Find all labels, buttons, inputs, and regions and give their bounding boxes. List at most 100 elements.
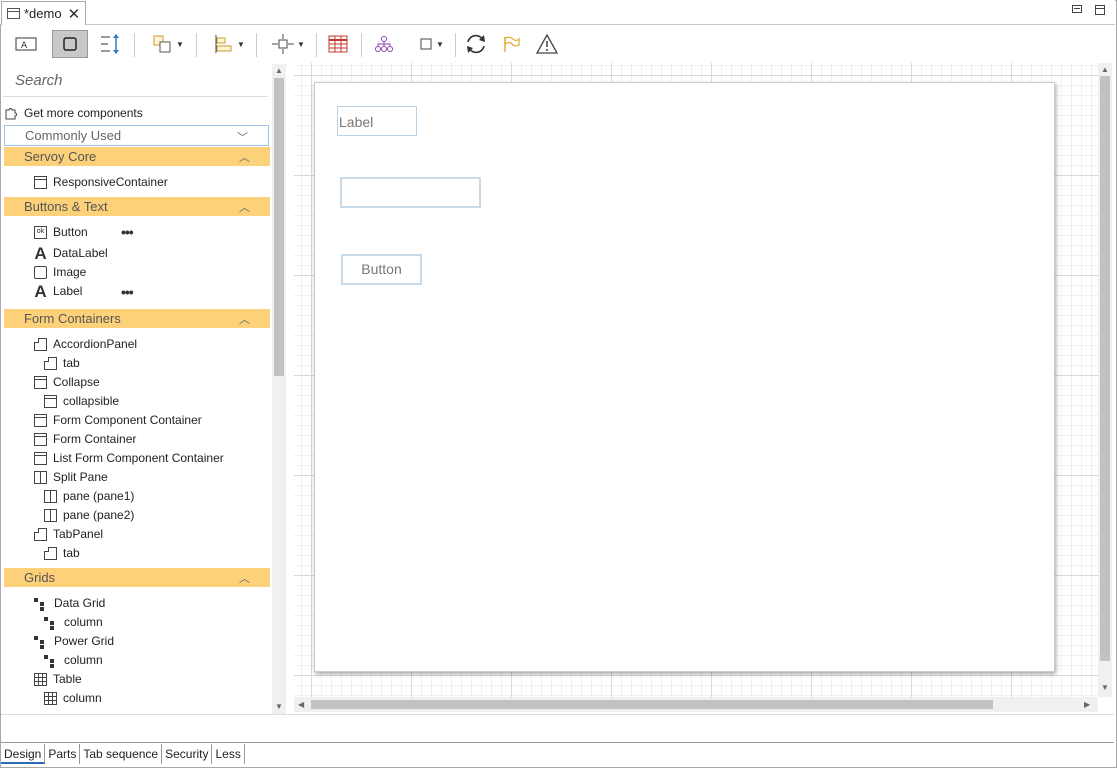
distribute-icon bbox=[272, 34, 295, 54]
tab-tab-sequence[interactable]: Tab sequence bbox=[80, 744, 163, 764]
maximize-icon[interactable] bbox=[1095, 5, 1105, 15]
tab-security[interactable]: Security bbox=[162, 744, 213, 764]
canvas-vertical-scrollbar[interactable]: ▲ ▼ bbox=[1098, 63, 1112, 697]
get-more-components-link[interactable]: Get more components bbox=[4, 106, 143, 120]
group-icon bbox=[153, 35, 171, 53]
category-buttons-text[interactable]: Buttons & Text ︿ bbox=[4, 197, 270, 216]
scroll-left-icon[interactable]: ◀ bbox=[298, 700, 304, 709]
align-button[interactable]: ▼ bbox=[210, 30, 248, 58]
toolbar-separator bbox=[361, 33, 362, 57]
palette-item-list-form-component-container[interactable]: List Form Component Container bbox=[34, 449, 224, 467]
square-icon bbox=[63, 37, 77, 51]
editor-bottom-tabs: Design Parts Tab sequence Security Less bbox=[1, 742, 1114, 767]
palette-item-label[interactable]: A Label bbox=[34, 282, 82, 300]
palette-item-form-container[interactable]: Form Container bbox=[34, 430, 136, 448]
toolbar-separator bbox=[316, 33, 317, 57]
scroll-right-icon[interactable]: ▶ bbox=[1084, 700, 1090, 709]
scrollbar-thumb[interactable] bbox=[1100, 76, 1110, 661]
table-icon bbox=[34, 672, 47, 686]
palette-item-data-grid[interactable]: Data Grid bbox=[34, 594, 105, 612]
palette-item-accordion-panel[interactable]: AccordionPanel bbox=[34, 335, 137, 353]
toolbar: A ▼ ▼ ▼ ▼ bbox=[1, 27, 1114, 63]
form-button[interactable]: Button bbox=[341, 254, 422, 285]
split-pane-icon bbox=[44, 489, 57, 503]
container-icon bbox=[34, 413, 47, 427]
anchor-toggle-button[interactable] bbox=[94, 30, 126, 58]
palette-item-tab-panel[interactable]: TabPanel bbox=[34, 525, 103, 543]
palette-item-pane1[interactable]: pane (pane1) bbox=[44, 487, 134, 505]
button-variants-more-icon[interactable]: ••• bbox=[121, 224, 134, 240]
palette-item-button[interactable]: ok Button bbox=[34, 223, 88, 241]
palette-item-form-component-container[interactable]: Form Component Container bbox=[34, 411, 202, 429]
palette-item-table-column[interactable]: column bbox=[44, 689, 102, 707]
chevron-up-icon: ︿ bbox=[239, 152, 250, 164]
split-pane-icon bbox=[34, 470, 47, 484]
distribute-button[interactable]: ▼ bbox=[268, 30, 308, 58]
form-label[interactable]: Label bbox=[337, 106, 417, 136]
form-text-field[interactable] bbox=[340, 177, 481, 208]
toolbar-separator bbox=[196, 33, 197, 57]
palette-item-responsive-container[interactable]: ResponsiveContainer bbox=[34, 173, 168, 191]
design-canvas[interactable]: Label Button bbox=[294, 63, 1098, 697]
category-form-containers[interactable]: Form Containers ︿ bbox=[4, 309, 270, 328]
category-grids[interactable]: Grids ︿ bbox=[4, 568, 270, 587]
group-button[interactable]: ▼ bbox=[149, 30, 187, 58]
container-icon bbox=[34, 175, 47, 189]
hierarchy-button[interactable] bbox=[371, 30, 397, 58]
minimize-icon[interactable] bbox=[1072, 5, 1082, 13]
label-variants-more-icon[interactable]: ••• bbox=[121, 284, 134, 300]
label-mode-button[interactable]: A bbox=[9, 30, 43, 58]
palette-item-datalabel[interactable]: A DataLabel bbox=[34, 244, 107, 262]
puzzle-icon bbox=[5, 108, 17, 120]
palette-item-image[interactable]: Image bbox=[34, 263, 86, 281]
anchor-icon bbox=[101, 34, 119, 54]
palette-scrollbar[interactable]: ▲ ▼ bbox=[272, 64, 286, 714]
scroll-down-icon[interactable]: ▼ bbox=[1101, 683, 1109, 692]
palette-item-power-grid[interactable]: Power Grid bbox=[34, 632, 114, 650]
palette-item-pane2[interactable]: pane (pane2) bbox=[44, 506, 134, 524]
bounds-icon bbox=[420, 38, 432, 50]
select-mode-button[interactable] bbox=[52, 30, 88, 58]
divider bbox=[1, 714, 1114, 715]
scrollbar-thumb[interactable] bbox=[274, 78, 284, 376]
palette-item-power-grid-column[interactable]: column bbox=[44, 651, 103, 669]
tab-parts[interactable]: Parts bbox=[45, 744, 81, 764]
table-view-button[interactable] bbox=[325, 30, 351, 58]
scrollbar-thumb[interactable] bbox=[311, 700, 993, 709]
form-area[interactable]: Label Button bbox=[314, 82, 1055, 672]
button-icon: ok bbox=[34, 225, 47, 239]
palette-item-collapse[interactable]: Collapse bbox=[34, 373, 100, 391]
scroll-up-icon[interactable]: ▲ bbox=[275, 66, 283, 75]
tree-grid-icon bbox=[44, 616, 58, 630]
palette-item-collapsible[interactable]: collapsible bbox=[44, 392, 119, 410]
bounds-button[interactable]: ▼ bbox=[415, 30, 447, 58]
tab-less[interactable]: Less bbox=[212, 744, 245, 764]
table-icon bbox=[328, 35, 348, 53]
table-icon bbox=[44, 691, 57, 705]
hierarchy-icon bbox=[375, 36, 393, 52]
palette-search-input[interactable]: Search bbox=[3, 64, 268, 97]
palette-item-tabpanel-tab[interactable]: tab bbox=[44, 544, 80, 562]
warning-button[interactable] bbox=[533, 30, 561, 58]
palette-item-accordion-tab[interactable]: tab bbox=[44, 354, 80, 372]
form-icon bbox=[7, 8, 20, 19]
palette-item-split-pane[interactable]: Split Pane bbox=[34, 468, 108, 486]
palette-filter-select[interactable]: Commonly Used ﹀ bbox=[4, 125, 269, 146]
canvas-horizontal-scrollbar[interactable]: ◀ ▶ bbox=[294, 697, 1098, 712]
container-icon bbox=[34, 432, 47, 446]
category-servoy-core[interactable]: Servoy Core ︿ bbox=[4, 147, 270, 166]
flag-button[interactable] bbox=[498, 30, 524, 58]
window-icon bbox=[44, 394, 57, 408]
scroll-down-icon[interactable]: ▼ bbox=[275, 702, 283, 711]
tab-demo[interactable]: *demo ✕ bbox=[1, 1, 86, 25]
refresh-button[interactable] bbox=[462, 30, 490, 58]
palette-item-table[interactable]: Table bbox=[34, 670, 82, 688]
tab-design[interactable]: Design bbox=[1, 744, 46, 764]
editor-tab-bar: *demo ✕ bbox=[0, 0, 1115, 25]
text-icon: A bbox=[34, 281, 47, 301]
scroll-up-icon[interactable]: ▲ bbox=[1101, 65, 1109, 74]
container-icon bbox=[34, 451, 47, 465]
close-icon[interactable]: ✕ bbox=[68, 5, 81, 23]
toolbar-separator bbox=[256, 33, 257, 57]
palette-item-data-grid-column[interactable]: column bbox=[44, 613, 103, 631]
